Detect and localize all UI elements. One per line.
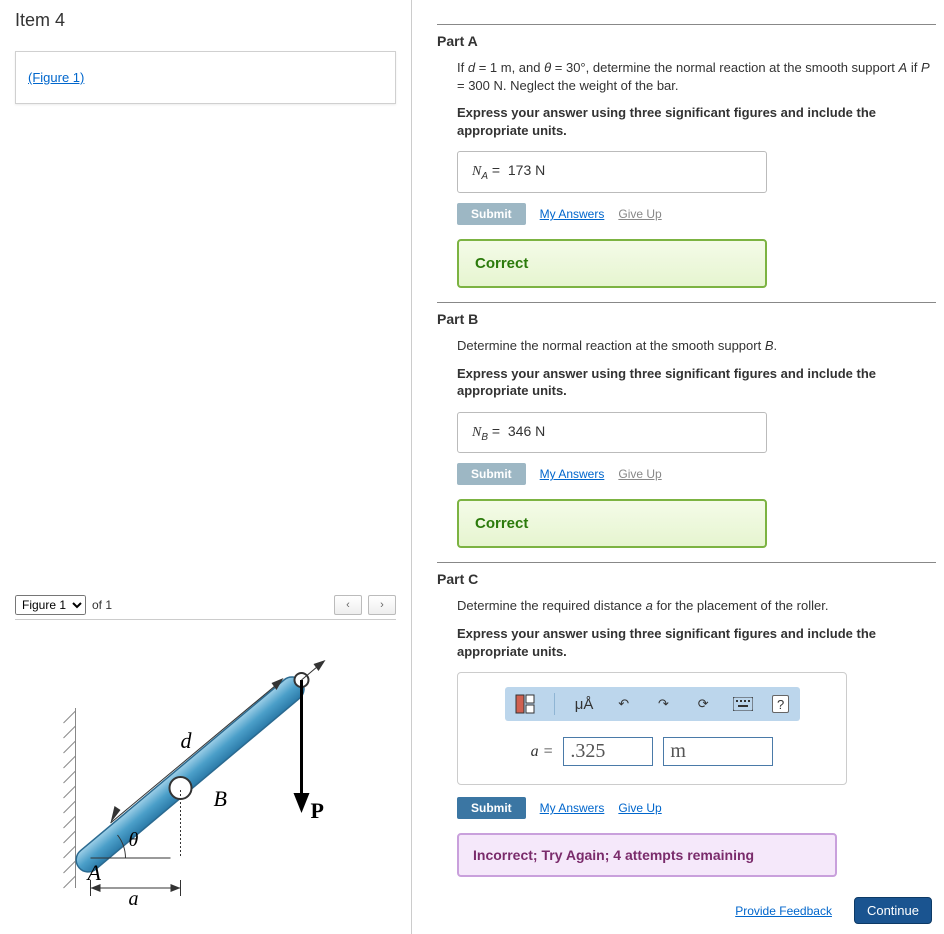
continue-button[interactable]: Continue bbox=[854, 897, 932, 924]
figure-link-box: (Figure 1) bbox=[15, 51, 396, 104]
part-c-editor: μÅ ↶ ↷ ⟳ ? a = bbox=[457, 672, 847, 785]
part-b-title: Part B bbox=[437, 311, 936, 327]
reset-icon[interactable]: ⟳ bbox=[692, 693, 714, 715]
provide-feedback-link[interactable]: Provide Feedback bbox=[735, 904, 832, 918]
part-c-instruction: Express your answer using three signific… bbox=[457, 625, 936, 660]
label-A: A bbox=[86, 860, 102, 885]
part-a-give-up-link[interactable]: Give Up bbox=[618, 207, 661, 221]
figure-next-button[interactable]: › bbox=[368, 595, 396, 615]
label-B: B bbox=[214, 786, 227, 811]
figure-prev-button[interactable]: ‹ bbox=[334, 595, 362, 615]
part-c-unit-input[interactable] bbox=[663, 737, 773, 766]
part-c-title: Part C bbox=[437, 571, 936, 587]
part-c-my-answers-link[interactable]: My Answers bbox=[540, 801, 605, 815]
figure-link[interactable]: (Figure 1) bbox=[28, 70, 84, 85]
figure-of-label: of 1 bbox=[92, 598, 112, 612]
part-c-feedback: Incorrect; Try Again; 4 attempts remaini… bbox=[457, 833, 837, 877]
part-b-submit-button[interactable]: Submit bbox=[457, 463, 526, 485]
part-b: Part B Determine the normal reaction at … bbox=[437, 311, 936, 548]
template-icon[interactable] bbox=[515, 693, 537, 715]
redo-icon[interactable]: ↷ bbox=[653, 693, 675, 715]
part-a-my-answers-link[interactable]: My Answers bbox=[540, 207, 605, 221]
figure-nav: Figure 1 of 1 ‹ › bbox=[15, 595, 396, 615]
part-b-answer-box: NB = 346 N bbox=[457, 412, 767, 454]
part-a-submit-button[interactable]: Submit bbox=[457, 203, 526, 225]
part-c-give-up-link[interactable]: Give Up bbox=[618, 801, 661, 815]
help-icon[interactable]: ? bbox=[772, 695, 790, 713]
part-b-my-answers-link[interactable]: My Answers bbox=[540, 467, 605, 481]
figure-diagram: d B P θ A a bbox=[15, 628, 396, 913]
undo-icon[interactable]: ↶ bbox=[613, 693, 635, 715]
label-d: d bbox=[181, 728, 193, 753]
units-icon[interactable]: μÅ bbox=[573, 693, 595, 715]
item-title: Item 4 bbox=[15, 10, 396, 31]
part-c-value-input[interactable] bbox=[563, 737, 653, 766]
part-a: Part A If d = 1 m, and θ = 30°, determin… bbox=[437, 33, 936, 288]
label-P: P bbox=[311, 798, 324, 823]
part-c-prompt: Determine the required distance a for th… bbox=[457, 597, 936, 615]
label-a: a bbox=[129, 888, 139, 910]
part-a-title: Part A bbox=[437, 33, 936, 49]
figure-select[interactable]: Figure 1 bbox=[15, 595, 86, 615]
part-a-prompt: If d = 1 m, and θ = 30°, determine the n… bbox=[457, 59, 936, 94]
part-c-var-label: a = bbox=[531, 743, 554, 761]
part-a-feedback: Correct bbox=[457, 239, 767, 288]
part-c: Part C Determine the required distance a… bbox=[437, 571, 936, 877]
part-b-prompt: Determine the normal reaction at the smo… bbox=[457, 337, 936, 355]
part-c-submit-button[interactable]: Submit bbox=[457, 797, 526, 819]
label-theta: θ bbox=[129, 829, 139, 851]
part-b-instruction: Express your answer using three signific… bbox=[457, 365, 936, 400]
keyboard-icon[interactable] bbox=[732, 693, 754, 715]
figure-box: d B P θ A a bbox=[15, 619, 396, 924]
answer-toolbar: μÅ ↶ ↷ ⟳ ? bbox=[505, 687, 800, 721]
part-b-give-up-link[interactable]: Give Up bbox=[618, 467, 661, 481]
part-b-feedback: Correct bbox=[457, 499, 767, 548]
part-a-instruction: Express your answer using three signific… bbox=[457, 104, 936, 139]
part-a-answer-box: NA = 173 N bbox=[457, 151, 767, 193]
